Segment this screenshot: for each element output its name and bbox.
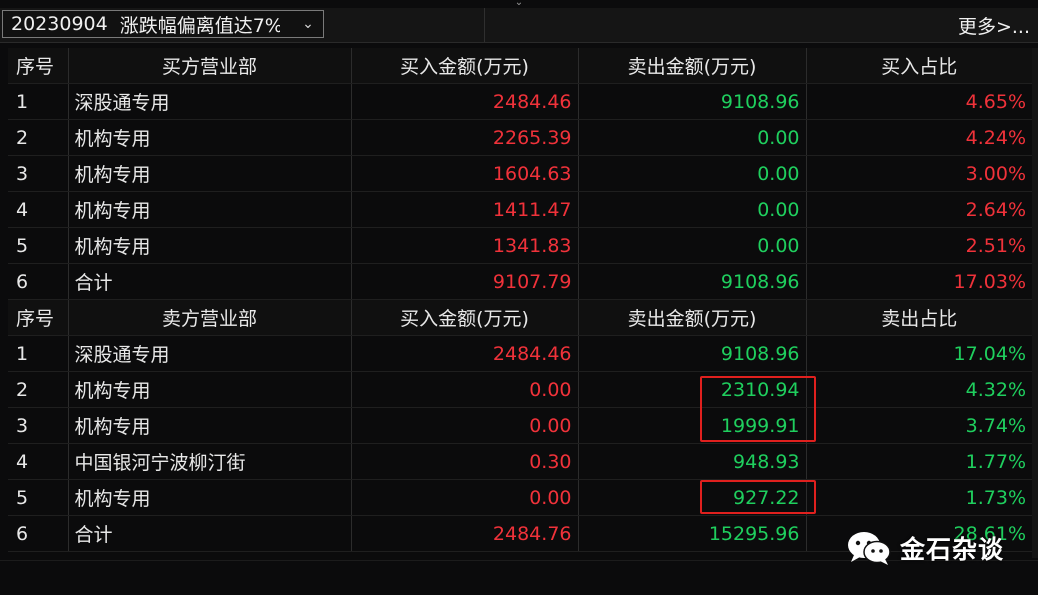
table-row[interactable]: 5 机构专用 1341.83 0.00 2.51%	[8, 227, 1032, 264]
buy-amount: 0.30	[351, 443, 579, 480]
buy-ratio: 2.51%	[806, 227, 1032, 264]
table-row-total[interactable]: 6 合计 2484.76 15295.96 28.61%	[8, 515, 1032, 552]
buy-amount: 0.00	[351, 371, 579, 408]
buy-ratio: 2.64%	[806, 191, 1032, 228]
toolbar-divider	[484, 8, 485, 42]
buy-amount: 2484.46	[351, 83, 579, 120]
buy-amount: 0.00	[351, 479, 579, 516]
sell-amount: 1999.91	[578, 407, 807, 444]
row-seq: 2	[8, 371, 69, 408]
row-seq: 1	[8, 335, 69, 372]
broker-name: 合计	[68, 263, 352, 300]
buy-header-row: 序号 买方营业部 买入金额(万元) 卖出金额(万元) 买入占比	[8, 48, 1032, 84]
more-link[interactable]: 更多>...	[958, 12, 1030, 39]
row-seq: 2	[8, 119, 69, 156]
sell-ratio: 1.77%	[806, 443, 1032, 480]
row-seq: 6	[8, 263, 69, 300]
broker-name: 机构专用	[68, 479, 352, 516]
column-header-sell-ratio[interactable]: 卖出占比	[806, 299, 1032, 336]
buy-amount: 2265.39	[351, 119, 579, 156]
row-seq: 4	[8, 443, 69, 480]
buy-ratio: 17.03%	[806, 263, 1032, 300]
broker-name: 机构专用	[68, 407, 352, 444]
sell-ratio: 3.74%	[806, 407, 1032, 444]
sell-ratio: 28.61%	[806, 515, 1032, 552]
sell-amount: 927.22	[578, 479, 807, 516]
column-header-sell-amount[interactable]: 卖出金额(万元)	[578, 48, 807, 84]
buy-amount: 1341.83	[351, 227, 579, 264]
broker-name: 中国银河宁波柳汀街	[68, 443, 352, 480]
table-row[interactable]: 3 机构专用 1604.63 0.00 3.00%	[8, 155, 1032, 192]
row-seq: 5	[8, 479, 69, 516]
column-header-sell-amount[interactable]: 卖出金额(万元)	[578, 299, 807, 336]
table-row[interactable]: 5 机构专用 0.00 927.22 1.73%	[8, 479, 1032, 516]
broker-name: 机构专用	[68, 119, 352, 156]
broker-seats-table-container: 序号 买方营业部 买入金额(万元) 卖出金额(万元) 买入占比 1 深股通专用 …	[8, 48, 1032, 558]
row-seq: 5	[8, 227, 69, 264]
column-header-buy-amount[interactable]: 买入金额(万元)	[351, 48, 579, 84]
column-header-seq[interactable]: 序号	[8, 48, 69, 84]
table-row[interactable]: 3 机构专用 0.00 1999.91 3.74%	[8, 407, 1032, 444]
table-row[interactable]: 4 机构专用 1411.47 0.00 2.64%	[8, 191, 1032, 228]
row-seq: 3	[8, 407, 69, 444]
table-row[interactable]: 1 深股通专用 2484.46 9108.96 17.04%	[8, 335, 1032, 372]
column-header-buy-ratio[interactable]: 买入占比	[806, 48, 1032, 84]
row-seq: 6	[8, 515, 69, 552]
toolbar: 20230904 涨跌幅偏离值达7% ⌄ 更多>...	[0, 8, 1038, 43]
buy-amount: 0.00	[351, 407, 579, 444]
sell-amount: 9108.96	[578, 83, 807, 120]
broker-name: 机构专用	[68, 155, 352, 192]
sell-amount: 0.00	[578, 191, 807, 228]
bottom-strip	[0, 560, 1038, 595]
sell-amount: 2310.94	[578, 371, 807, 408]
broker-name: 深股通专用	[68, 83, 352, 120]
sell-amount: 15295.96	[578, 515, 807, 552]
sell-amount: 0.00	[578, 155, 807, 192]
row-seq: 3	[8, 155, 69, 192]
date-filter-dropdown[interactable]: 20230904 涨跌幅偏离值达7% ⌄	[2, 10, 324, 38]
table-row[interactable]: 2 机构专用 0.00 2310.94 4.32%	[8, 371, 1032, 408]
sell-amount: 0.00	[578, 119, 807, 156]
buy-amount: 2484.76	[351, 515, 579, 552]
table-row[interactable]: 4 中国银河宁波柳汀街 0.30 948.93 1.77%	[8, 443, 1032, 480]
buy-amount: 1411.47	[351, 191, 579, 228]
sell-amount: 9108.96	[578, 335, 807, 372]
broker-name: 机构专用	[68, 227, 352, 264]
broker-name: 深股通专用	[68, 335, 352, 372]
sell-ratio: 17.04%	[806, 335, 1032, 372]
broker-seats-table: 序号 买方营业部 买入金额(万元) 卖出金额(万元) 买入占比 1 深股通专用 …	[8, 48, 1032, 552]
broker-name: 合计	[68, 515, 352, 552]
sell-ratio: 4.32%	[806, 371, 1032, 408]
column-header-seq[interactable]: 序号	[8, 299, 69, 336]
selected-date: 20230904	[11, 13, 108, 35]
column-header-buy-amount[interactable]: 买入金额(万元)	[351, 299, 579, 336]
collapse-chevron-icon[interactable]: ⌄	[511, 0, 527, 8]
buy-amount: 2484.46	[351, 335, 579, 372]
table-row-total[interactable]: 6 合计 9107.79 9108.96 17.03%	[8, 263, 1032, 300]
broker-name: 机构专用	[68, 371, 352, 408]
selected-filter: 涨跌幅偏离值达7%	[119, 14, 280, 37]
chevron-down-icon: ⌄	[302, 16, 314, 32]
vertical-scrollbar[interactable]	[1032, 48, 1038, 558]
sell-amount: 0.00	[578, 227, 807, 264]
buy-ratio: 4.24%	[806, 119, 1032, 156]
buy-ratio: 4.65%	[806, 83, 1032, 120]
broker-name: 机构专用	[68, 191, 352, 228]
buy-ratio: 3.00%	[806, 155, 1032, 192]
row-seq: 4	[8, 191, 69, 228]
table-row[interactable]: 2 机构专用 2265.39 0.00 4.24%	[8, 119, 1032, 156]
sell-amount: 9108.96	[578, 263, 807, 300]
row-seq: 1	[8, 83, 69, 120]
sell-header-row: 序号 卖方营业部 买入金额(万元) 卖出金额(万元) 卖出占比	[8, 299, 1032, 336]
table-row[interactable]: 1 深股通专用 2484.46 9108.96 4.65%	[8, 83, 1032, 120]
buy-amount: 9107.79	[351, 263, 579, 300]
column-header-seller[interactable]: 卖方营业部	[68, 299, 352, 336]
buy-amount: 1604.63	[351, 155, 579, 192]
sell-ratio: 1.73%	[806, 479, 1032, 516]
sell-amount: 948.93	[578, 443, 807, 480]
column-header-buyer[interactable]: 买方营业部	[68, 48, 352, 84]
